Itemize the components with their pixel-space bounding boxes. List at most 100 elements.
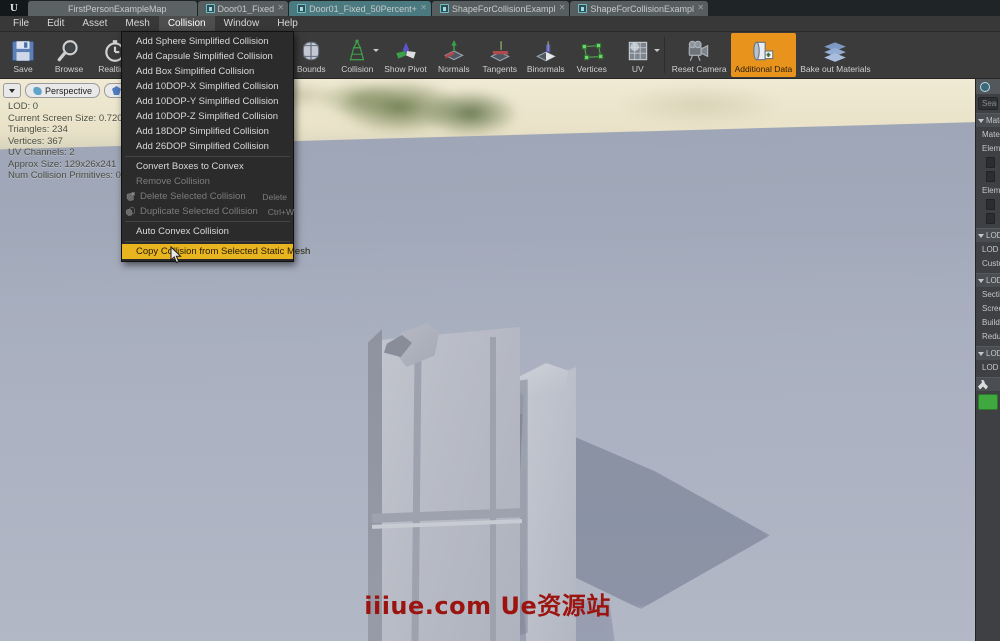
tab-door01-fixed[interactable]: Door01_Fixed ✕ <box>197 1 289 16</box>
normals-icon <box>443 39 464 60</box>
uv-button[interactable]: UV <box>615 33 661 77</box>
row-element-1: Element 1 <box>982 185 1000 195</box>
close-icon[interactable]: ✕ <box>277 4 284 12</box>
section-material-slots[interactable]: Material Slots <box>976 113 1000 127</box>
menu-collision[interactable]: Collision <box>158 16 215 31</box>
input-box[interactable] <box>986 170 995 182</box>
menu-delete-selected-collision[interactable]: Delete Selected Collision Delete <box>122 189 293 204</box>
stat-lod: LOD: 0 <box>8 101 39 112</box>
row-custom-lods[interactable]: Custom LODs <box>976 256 1000 270</box>
menu-file[interactable]: File <box>4 16 38 31</box>
uv-icon <box>628 41 647 60</box>
tab-door01-fixed-50percent[interactable]: Door01_Fixed_50Percent+ ✕ <box>289 1 431 16</box>
tab-label: ShapeForCollisionExampl <box>451 3 556 14</box>
input-box[interactable] <box>986 198 995 210</box>
browse-label: Browse <box>54 63 84 74</box>
stat-current-screen-size: Current Screen Size: 0.720551 <box>8 112 139 124</box>
tab-shapeforcollisionexample-2[interactable]: ShapeForCollisionExampl ✕ <box>570 1 709 16</box>
unreal-logo-icon: U <box>0 0 28 16</box>
section-lod-settings[interactable]: LOD Settings <box>976 228 1000 242</box>
menu-mesh[interactable]: Mesh <box>116 16 158 31</box>
collision-button[interactable]: Collision <box>334 33 380 77</box>
menu-add-10dop-y-simplified-collision[interactable]: Add 10DOP-Y Simplified Collision <box>122 94 293 109</box>
chevron-down-icon[interactable] <box>373 49 380 52</box>
normals-label: Normals <box>437 63 470 74</box>
item-shortcut: Ctrl+W <box>267 206 294 217</box>
item-label: Add 18DOP Simplified Collision <box>136 126 269 137</box>
field-element-1-a[interactable] <box>976 197 1000 211</box>
details-panel-tab[interactable] <box>976 79 1000 94</box>
bounds-label: Bounds <box>296 63 326 74</box>
input-box[interactable] <box>986 212 995 224</box>
mouse-cursor <box>170 246 182 264</box>
close-icon[interactable]: ✕ <box>420 4 427 12</box>
menu-copy-collision-from-selected-static-mesh[interactable]: Copy Collision from Selected Static Mesh <box>122 244 310 259</box>
menu-add-10dop-z-simplified-collision[interactable]: Add 10DOP-Z Simplified Collision <box>122 109 293 124</box>
row-material-slot: Material Slot <box>982 129 1000 139</box>
tab-label: Door01_Fixed_50Percent+ <box>309 3 417 14</box>
section-lod-picker[interactable]: LOD Picker <box>976 346 1000 360</box>
normals-button[interactable]: Normals <box>431 33 477 77</box>
menu-duplicate-selected-collision[interactable]: Duplicate Selected Collision Ctrl+W <box>122 204 294 219</box>
row-screen-size[interactable]: Screen Size <box>976 301 1000 315</box>
close-icon[interactable]: ✕ <box>697 4 704 12</box>
row-build-settings[interactable]: Build Settings <box>976 315 1000 329</box>
section-tools[interactable] <box>976 377 1000 391</box>
row-lod[interactable]: LOD <box>976 360 1000 374</box>
save-button[interactable]: Save <box>0 33 46 77</box>
menu-remove-collision[interactable]: Remove Collision <box>122 174 293 189</box>
row-lod-group[interactable]: LOD Group <box>976 242 1000 256</box>
section-lod0[interactable]: LOD0 <box>976 273 1000 287</box>
menu-asset[interactable]: Asset <box>73 16 116 31</box>
binormals-button[interactable]: Binormals <box>523 33 569 77</box>
additional-data-button[interactable]: Additional Data <box>730 33 797 77</box>
menu-edit[interactable]: Edit <box>38 16 73 31</box>
stat-approx-size: Approx Size: 129x26x241 <box>8 158 117 170</box>
menu-convert-boxes-to-convex[interactable]: Convert Boxes to Convex <box>122 159 293 174</box>
viewport-view-mode-button[interactable]: Perspective <box>25 83 101 98</box>
uv-label: UV <box>631 63 644 74</box>
field-element-0-b[interactable] <box>976 169 1000 183</box>
row-reduction-settings[interactable]: Reduction Settings <box>976 329 1000 343</box>
menu-add-box-simplified-collision[interactable]: Add Box Simplified Collision <box>122 64 293 79</box>
menu-window[interactable]: Window <box>215 16 269 31</box>
chevron-down-icon <box>978 233 984 238</box>
close-icon[interactable]: ✕ <box>559 4 566 12</box>
menu-add-capsule-simplified-collision[interactable]: Add Capsule Simplified Collision <box>122 49 293 64</box>
tab-firstpersonexamplemap[interactable]: FirstPersonExampleMap <box>28 1 197 16</box>
field-element-0-a[interactable] <box>976 155 1000 169</box>
binormals-label: Binormals <box>526 63 565 74</box>
vertices-button[interactable]: Vertices <box>569 33 615 77</box>
field-element-1-b[interactable] <box>976 211 1000 225</box>
bounds-button[interactable]: Bounds <box>288 33 334 77</box>
row-sections[interactable]: Sections <box>976 287 1000 301</box>
menu-add-26dop-simplified-collision[interactable]: Add 26DOP Simplified Collision <box>122 139 293 154</box>
input-box[interactable] <box>986 156 995 168</box>
menu-add-18dop-simplified-collision[interactable]: Add 18DOP Simplified Collision <box>122 124 293 139</box>
browse-button[interactable]: Browse <box>46 33 92 77</box>
menu-add-10dop-x-simplified-collision[interactable]: Add 10DOP-X Simplified Collision <box>122 79 293 94</box>
menu-add-sphere-simplified-collision[interactable]: Add Sphere Simplified Collision <box>122 34 293 49</box>
tangents-button[interactable]: Tangents <box>477 33 523 77</box>
viewport-options-button[interactable] <box>3 83 21 98</box>
static-mesh-icon <box>297 4 307 13</box>
bake-out-materials-button[interactable]: Bake out Materials <box>796 33 874 77</box>
details-panel: Search Material Slots Material Slot Elem… <box>975 79 1000 641</box>
reset-camera-button[interactable]: Reset Camera <box>668 33 731 77</box>
save-icon <box>11 40 35 61</box>
search-input[interactable]: Search <box>978 97 998 110</box>
chevron-down-icon <box>978 118 984 123</box>
menu-auto-convex-collision[interactable]: Auto Convex Collision <box>122 224 293 239</box>
perspective-icon <box>32 86 43 95</box>
collision-icon <box>349 39 365 60</box>
section-label: Material Slots <box>986 116 1000 125</box>
stat-uv-channels: UV Channels: 2 <box>8 147 75 158</box>
chevron-down-icon[interactable] <box>653 49 660 52</box>
reset-camera-label: Reset Camera <box>671 63 727 74</box>
apply-changes-button[interactable] <box>978 394 998 410</box>
menu-help[interactable]: Help <box>268 16 307 31</box>
tab-shapeforcollisionexample-1[interactable]: ShapeForCollisionExampl ✕ <box>431 1 570 16</box>
show-pivot-button[interactable]: Show Pivot <box>380 33 431 77</box>
row-element-0: Element 0 <box>982 143 1000 153</box>
tab-label: FirstPersonExampleMap <box>68 3 167 14</box>
